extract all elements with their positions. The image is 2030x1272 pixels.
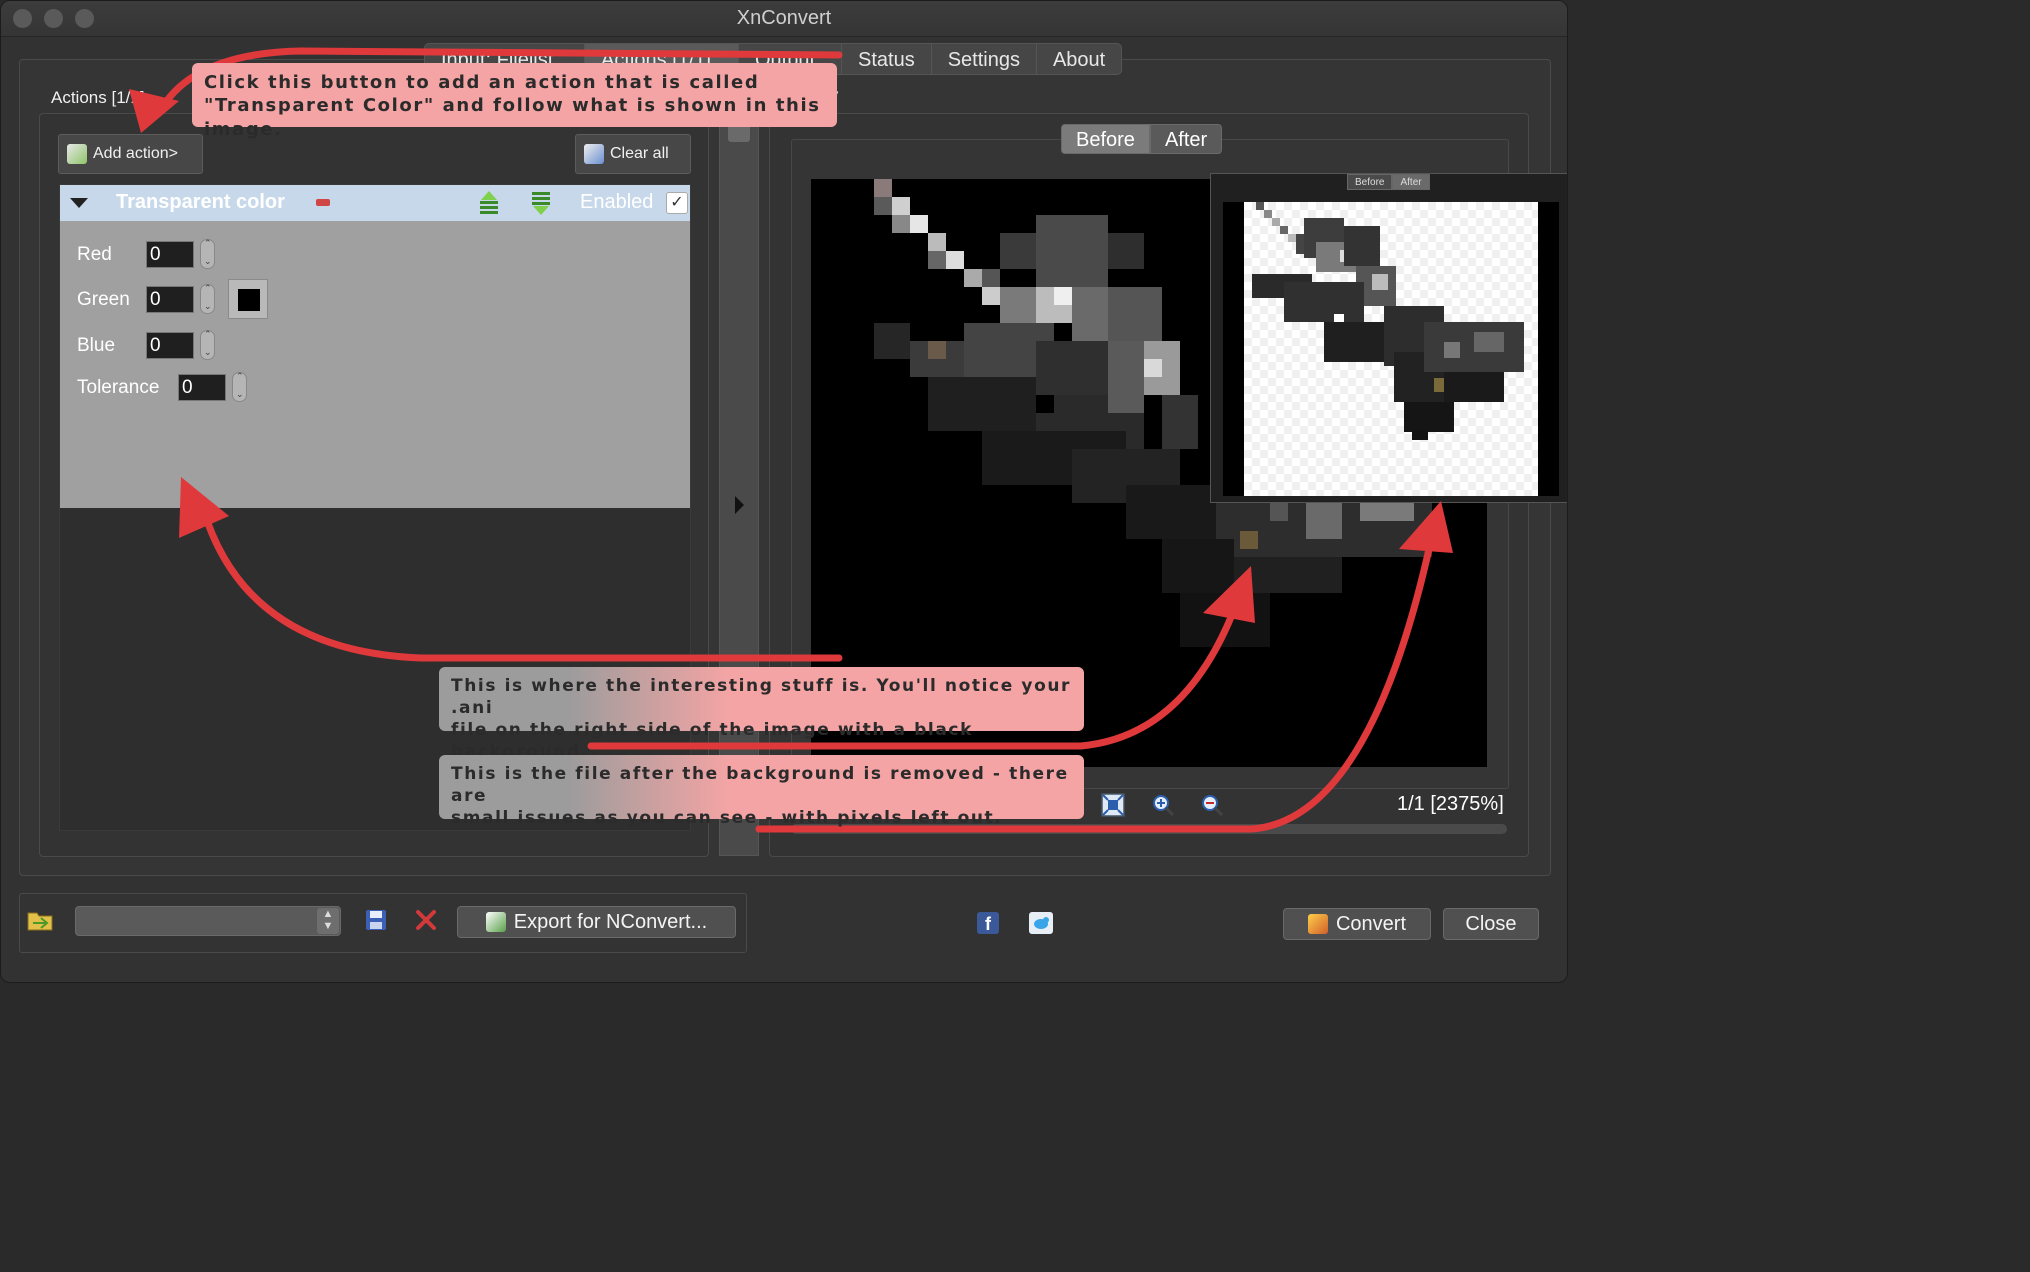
save-icon[interactable] [365, 909, 387, 931]
clear-icon [584, 144, 604, 164]
collapse-triangle-icon[interactable] [70, 198, 88, 208]
add-action-button[interactable]: Add action> [58, 134, 203, 174]
export-icon [485, 912, 506, 932]
clear-all-label: Clear all [610, 145, 669, 162]
convert-button[interactable]: Convert [1283, 908, 1431, 940]
close-button[interactable]: Close [1443, 908, 1539, 940]
convert-label: Convert [1335, 912, 1407, 935]
transparent-result-image [1244, 202, 1538, 496]
after-tab[interactable]: After [1149, 124, 1223, 154]
convert-icon [1307, 914, 1328, 934]
tab-settings[interactable]: Settings [931, 43, 1037, 75]
note3-line1: This is the file after the background is… [451, 764, 1069, 807]
red-label: Red [77, 244, 112, 265]
blue-input[interactable]: 0 [146, 332, 194, 359]
facebook-icon[interactable]: f [977, 912, 999, 934]
preset-stepper[interactable]: ▲ ▼ [317, 908, 339, 934]
inset-after-tab[interactable]: After [1392, 174, 1430, 190]
export-nconvert-button[interactable]: Export for NConvert... [457, 906, 736, 938]
zoom-out-icon[interactable] [1200, 793, 1224, 817]
window-title: XnConvert [736, 7, 832, 29]
note1-line1: Click this button to add an action that … [204, 72, 760, 93]
tolerance-input[interactable]: 0 [178, 374, 226, 401]
color-swatch-fill [238, 289, 260, 311]
blue-label: Blue [77, 335, 116, 356]
title-bar: XnConvert [1, 1, 1567, 37]
move-down-icon[interactable] [530, 191, 552, 215]
fit-to-window-icon[interactable] [1101, 793, 1125, 817]
app-window: XnConvert Input: Filelist Actions [1/1] … [0, 0, 1568, 983]
action-name: Transparent color [116, 191, 285, 213]
tolerance-stepper[interactable] [232, 371, 247, 402]
export-label: Export for NConvert... [513, 910, 708, 933]
actions-section-label: Actions [1/1] [51, 88, 145, 107]
inset-toggle: Before After [1347, 174, 1430, 190]
green-label: Green [77, 289, 130, 310]
annotation-add-action: Click this button to add an action that … [192, 63, 837, 140]
note3-line2: small issues as you can see - with pixel… [451, 808, 1003, 829]
before-tab[interactable]: Before [1061, 124, 1150, 154]
close-label: Close [1465, 912, 1517, 935]
tab-about[interactable]: About [1036, 43, 1123, 75]
enabled-label: Enabled [580, 191, 654, 213]
annotation-result: This is the file after the background is… [439, 755, 1084, 828]
action-header[interactable]: Transparent color Enabled ✓ [60, 185, 690, 221]
twitter-bird-icon [1034, 917, 1049, 929]
blue-stepper[interactable] [200, 329, 215, 360]
add-icon [67, 144, 87, 164]
green-stepper[interactable] [200, 283, 215, 314]
color-picker-swatch[interactable] [228, 279, 268, 319]
note2-line1: This is where the interesting stuff is. … [451, 676, 1072, 719]
collapse-right-arrow-icon[interactable] [735, 496, 744, 514]
tolerance-label: Tolerance [77, 377, 160, 398]
move-up-icon[interactable] [478, 191, 500, 215]
remove-action-icon[interactable] [316, 199, 330, 206]
red-stepper[interactable] [200, 238, 215, 269]
inset-before-tab[interactable]: Before [1347, 174, 1393, 190]
before-after-toggle: Before After [1061, 124, 1223, 154]
twitter-icon[interactable] [1029, 912, 1053, 934]
red-input[interactable]: 0 [146, 241, 194, 268]
note1-line2: "Transparent Color" and follow what is s… [204, 95, 821, 140]
delete-icon[interactable] [415, 909, 437, 931]
add-action-label: Add action> [93, 145, 178, 162]
tab-status[interactable]: Status [842, 43, 932, 75]
action-settings: Red 0 Green 0 Blue 0 Tolerance 0 [60, 221, 690, 508]
open-folder-icon[interactable] [27, 909, 53, 931]
annotation-preview: This is where the interesting stuff is. … [439, 667, 1084, 762]
green-input[interactable]: 0 [146, 286, 194, 313]
preset-select[interactable]: ▲ ▼ [75, 906, 341, 936]
zoom-status: 1/1 [2375%] [1397, 793, 1504, 815]
zoom-in-icon[interactable] [1151, 793, 1175, 817]
transparent-pixel-art [1252, 202, 1524, 440]
enabled-checkbox[interactable]: ✓ [666, 192, 688, 214]
